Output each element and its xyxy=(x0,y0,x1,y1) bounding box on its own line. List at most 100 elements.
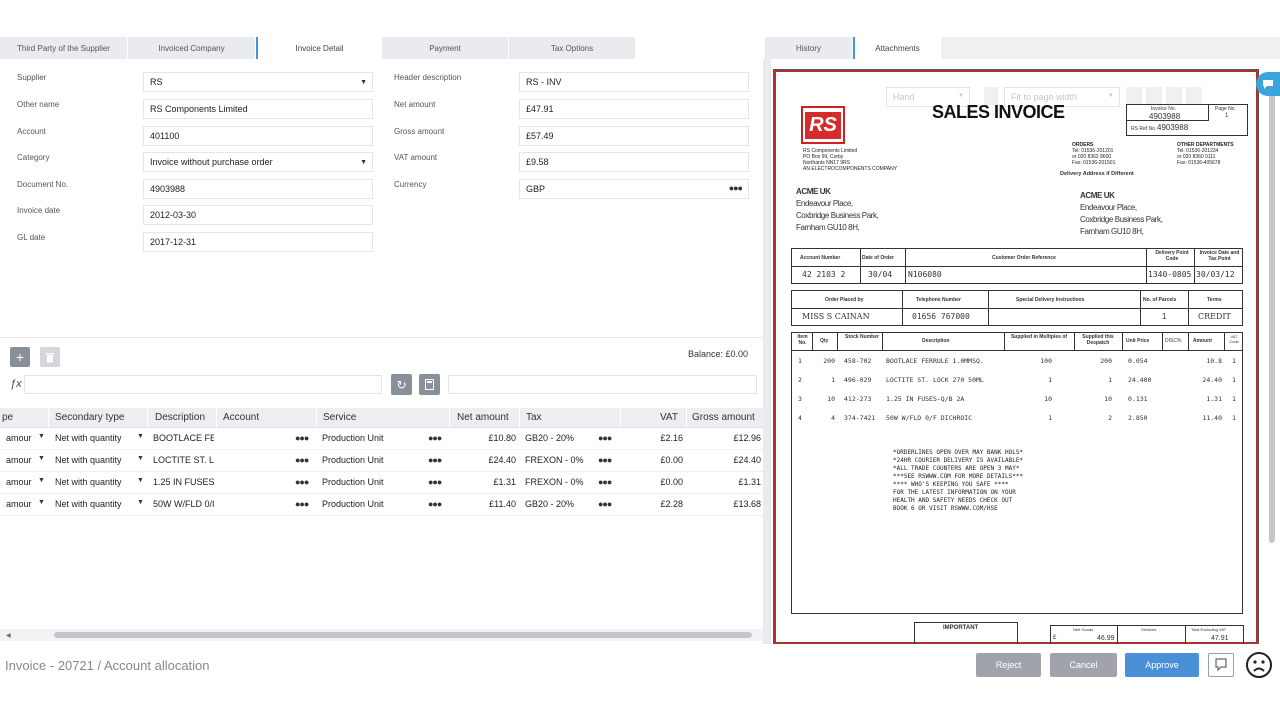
cell-net-amount[interactable]: £11.40 xyxy=(489,499,516,509)
more-icon[interactable]: ●●● xyxy=(295,455,309,465)
more-icon[interactable]: ●●● xyxy=(428,455,442,465)
cell-vat[interactable]: £0.00 xyxy=(660,477,683,487)
horizontal-scrollbar[interactable]: ◀ xyxy=(0,629,763,641)
cell-gross-amount[interactable]: £13.68 xyxy=(733,499,761,509)
more-icon[interactable]: ●●● xyxy=(295,477,309,487)
tab-third-party[interactable]: Third Party of the Supplier xyxy=(0,37,128,59)
cell-vat[interactable]: £2.28 xyxy=(660,499,683,509)
chevron-down-icon[interactable]: ▼ xyxy=(38,499,45,506)
totals-head: Services xyxy=(1141,627,1157,632)
chat-button[interactable] xyxy=(1256,72,1280,96)
more-icon[interactable]: ●●● xyxy=(729,183,743,193)
cell-net-amount[interactable]: £1.31 xyxy=(493,477,516,487)
category-select[interactable]: Invoice without purchase order ▼ xyxy=(143,152,373,172)
cell-gross-amount[interactable]: £1.31 xyxy=(738,477,761,487)
item-cell: 4 xyxy=(831,414,835,422)
fullscreen-icon[interactable] xyxy=(1186,87,1202,105)
cell-tax[interactable]: GB20 - 20% xyxy=(525,433,574,443)
cell-secondary-type: Net with quantity xyxy=(55,499,122,509)
table-row[interactable]: amour ▼ Net with quantity ▼ BOOTLACE FEI ●… xyxy=(0,428,763,450)
cell-description[interactable]: BOOTLACE FEI xyxy=(153,433,214,443)
more-icon[interactable]: ●●● xyxy=(428,499,442,509)
more-icon[interactable]: ●●● xyxy=(598,433,612,443)
cell-service[interactable]: Production Unit xyxy=(322,455,384,465)
cell-gross-amount[interactable]: £24.40 xyxy=(733,455,761,465)
more-icon[interactable]: ●●● xyxy=(598,477,612,487)
reject-button[interactable]: Reject xyxy=(976,653,1041,677)
table-row[interactable]: amour ▼ Net with quantity ▼ LOCTITE ST. LC… xyxy=(0,450,763,472)
chevron-down-icon[interactable]: ▼ xyxy=(38,455,45,462)
more-icon[interactable]: ●●● xyxy=(598,455,612,465)
more-icon[interactable]: ●●● xyxy=(428,433,442,443)
more-icon[interactable]: ●●● xyxy=(295,499,309,509)
chevron-down-icon[interactable]: ▼ xyxy=(137,455,144,462)
header-description-field[interactable]: RS - INV xyxy=(519,72,749,92)
td: 01656 767000 xyxy=(912,312,970,321)
account-field[interactable]: 401100 xyxy=(143,126,373,146)
td: 30/04 xyxy=(868,270,893,279)
cell-service[interactable]: Production Unit xyxy=(322,477,384,487)
chevron-down-icon[interactable]: ▼ xyxy=(38,433,45,440)
cancel-button[interactable]: Cancel xyxy=(1050,653,1117,677)
net-amount-field[interactable]: £47.91 xyxy=(519,99,749,119)
cell-tax[interactable]: FREXON - 0% xyxy=(525,455,584,465)
sad-face-icon[interactable] xyxy=(1245,651,1273,679)
vertical-scrollbar[interactable] xyxy=(1265,59,1280,644)
approve-button[interactable]: Approve xyxy=(1125,653,1199,677)
chevron-down-icon[interactable]: ▼ xyxy=(137,499,144,506)
tab-attachments[interactable]: Attachments xyxy=(853,37,941,59)
chevron-down-icon[interactable]: ▼ xyxy=(137,477,144,484)
document-no-field[interactable]: 4903988 xyxy=(143,179,373,199)
currency-field[interactable]: GBP ●●● xyxy=(519,179,749,199)
cell-tax[interactable]: FREXON - 0% xyxy=(525,477,584,487)
cell-tax[interactable]: GB20 - 20% xyxy=(525,499,574,509)
chevron-down-icon[interactable]: ▼ xyxy=(38,477,45,484)
note-line: *24HR COURIER DELIVERY IS AVAILABLE* xyxy=(893,457,1024,464)
tab-tax-options[interactable]: Tax Options xyxy=(509,37,636,59)
tab-history[interactable]: History xyxy=(765,37,853,59)
table-row[interactable]: amour ▼ Net with quantity ▼ 50W W/FLD 0/I … xyxy=(0,494,763,516)
panel-splitter[interactable] xyxy=(763,59,771,644)
cell-net-amount[interactable]: £24.40 xyxy=(488,455,516,465)
other-name-field[interactable]: RS Components Limited xyxy=(143,99,373,119)
gross-amount-field[interactable]: £57.49 xyxy=(519,126,749,146)
scroll-left-icon[interactable]: ◀ xyxy=(6,632,11,639)
tab-invoiced-company[interactable]: Invoiced Company xyxy=(128,37,256,59)
calculator-button[interactable] xyxy=(419,374,440,395)
invoice-date-field[interactable]: 2012-03-30 xyxy=(143,205,373,225)
rotate-right-icon[interactable] xyxy=(1166,87,1182,105)
supplier-select[interactable]: RS ▼ xyxy=(143,72,373,92)
rotate-left-icon[interactable] xyxy=(1146,87,1162,105)
more-icon[interactable]: ●●● xyxy=(295,433,309,443)
gl-date-field[interactable]: 2017-12-31 xyxy=(143,232,373,252)
vat-amount-field[interactable]: £9.58 xyxy=(519,152,749,172)
cell-description[interactable]: 50W W/FLD 0/I xyxy=(153,499,214,509)
cell-vat[interactable]: £0.00 xyxy=(660,455,683,465)
cell-net-amount[interactable]: £10.80 xyxy=(488,433,516,443)
more-icon[interactable]: ●●● xyxy=(428,477,442,487)
th: Unit Price xyxy=(1126,338,1150,344)
cell-gross-amount[interactable]: £12.96 xyxy=(733,433,761,443)
chevron-down-icon[interactable]: ▼ xyxy=(137,433,144,440)
cell-vat[interactable]: £2.16 xyxy=(660,433,683,443)
formula-input[interactable] xyxy=(24,375,382,394)
delete-line-button[interactable] xyxy=(40,347,60,367)
scrollbar-thumb[interactable] xyxy=(54,632,752,638)
scrollbar-thumb[interactable] xyxy=(1269,73,1275,543)
table-row[interactable]: amour ▼ Net with quantity ▼ 1.25 IN FUSES … xyxy=(0,472,763,494)
add-line-button[interactable]: + xyxy=(10,347,30,367)
comment-button[interactable] xyxy=(1208,653,1234,677)
cell-service[interactable]: Production Unit xyxy=(322,499,384,509)
cell-service[interactable]: Production Unit xyxy=(322,433,384,443)
formula-result-field[interactable] xyxy=(448,375,757,394)
tab-payment[interactable]: Payment xyxy=(382,37,509,59)
zoom-out-icon[interactable] xyxy=(1126,87,1142,105)
more-icon[interactable]: ●●● xyxy=(598,499,612,509)
tab-invoice-detail[interactable]: Invoice Detail xyxy=(256,37,382,59)
cell-description[interactable]: LOCTITE ST. LC xyxy=(153,455,214,465)
th: Item No. xyxy=(797,334,808,346)
account-label: Account xyxy=(17,127,46,136)
th: Stock Number xyxy=(845,334,879,340)
cell-description[interactable]: 1.25 IN FUSES xyxy=(153,477,214,487)
refresh-button[interactable]: ↻ xyxy=(391,374,412,395)
